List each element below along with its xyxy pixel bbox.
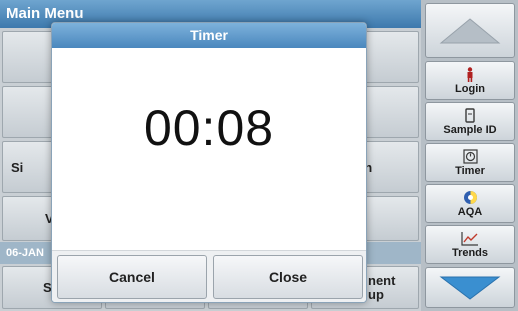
menu-button-r6-d-label-b: up — [368, 286, 384, 302]
timer-dialog-title: Timer — [52, 23, 366, 48]
sidebar-item-timer-label: Timer — [455, 164, 485, 177]
sidebar-item-sample-id-label: Sample ID — [443, 123, 497, 136]
sidebar-item-timer[interactable]: Timer — [425, 143, 515, 182]
timer-display: 00:08 — [143, 100, 275, 156]
sidebar: Login Sample ID Timer AQA Trends — [421, 0, 518, 311]
scroll-down-button[interactable] — [425, 267, 515, 308]
close-button-label: Close — [268, 269, 308, 285]
timer-dialog: Timer 00:08 Cancel Close — [51, 22, 367, 303]
menu-button-r6-d-label-a: nent — [368, 272, 396, 288]
menu-button-r3-left-label: Si — [11, 159, 24, 175]
person-icon — [465, 66, 475, 82]
sidebar-item-trends-label: Trends — [451, 246, 489, 259]
sidebar-item-aqa[interactable]: AQA — [425, 184, 515, 223]
trends-icon — [461, 231, 479, 246]
sidebar-item-login-label: Login — [455, 82, 485, 95]
sidebar-item-sample-id[interactable]: Sample ID — [425, 102, 515, 141]
date-label: 06-JAN — [6, 247, 44, 259]
scroll-up-button[interactable] — [425, 3, 515, 58]
sidebar-item-trends[interactable]: Trends — [425, 225, 515, 264]
sidebar-item-aqa-label: AQA — [457, 205, 483, 218]
sample-icon — [464, 107, 476, 123]
timer-icon — [462, 148, 478, 164]
timer-dialog-footer: Cancel Close — [52, 250, 366, 302]
close-button[interactable]: Close — [213, 255, 363, 299]
arrow-up-icon — [439, 17, 501, 43]
aqa-icon — [463, 190, 478, 205]
cancel-button-label: Cancel — [109, 269, 155, 285]
arrow-down-icon — [439, 276, 501, 300]
sidebar-item-login[interactable]: Login — [425, 61, 515, 100]
cancel-button[interactable]: Cancel — [57, 255, 207, 299]
